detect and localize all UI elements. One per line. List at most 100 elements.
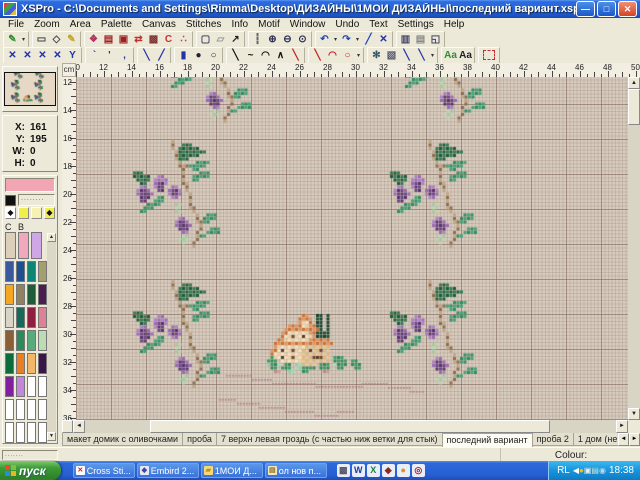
pattern-fill-icon[interactable]: ▩ bbox=[146, 33, 161, 46]
palette-swatch-2-4[interactable] bbox=[38, 284, 47, 305]
start-button[interactable]: пуск bbox=[0, 461, 61, 480]
design-canvas[interactable] bbox=[76, 77, 628, 420]
secondary-color-swatch[interactable] bbox=[5, 195, 16, 206]
copy-page-icon[interactable]: ▥ bbox=[398, 33, 413, 46]
menu-info[interactable]: Info bbox=[226, 19, 253, 30]
taskbar-button-4[interactable]: ▤ол нов п... bbox=[265, 463, 327, 478]
palette-swatch-8-2[interactable] bbox=[16, 422, 25, 443]
palette-swatch-2-3[interactable] bbox=[27, 284, 36, 305]
menu-window[interactable]: Window bbox=[285, 19, 331, 30]
palette-swatch-1-4[interactable] bbox=[38, 261, 47, 282]
quick-photoshop-icon[interactable]: ◆ bbox=[382, 464, 395, 477]
select-freehand-icon[interactable]: ◇ bbox=[49, 33, 64, 46]
edit-pencil-icon[interactable]: ✎ bbox=[64, 33, 79, 46]
palette-swatch-8-3[interactable] bbox=[27, 422, 36, 443]
menu-stitches[interactable]: Stitches bbox=[181, 19, 227, 30]
dashed-selection-icon[interactable] bbox=[483, 50, 495, 60]
new-page-icon[interactable]: ▤ bbox=[413, 33, 428, 46]
tray-app4-icon[interactable]: ◉ bbox=[599, 466, 606, 475]
redo-icon[interactable]: ↷ bbox=[339, 33, 354, 46]
draw-line-icon[interactable]: ╱ bbox=[361, 33, 376, 46]
tab-5[interactable]: проба 2 bbox=[532, 433, 574, 446]
palette-swatch-5-1[interactable] bbox=[5, 353, 14, 374]
pen-blue-alt-dropdown-icon[interactable]: ▾ bbox=[429, 52, 436, 59]
backstitch-dotted-icon[interactable]: ~ bbox=[243, 49, 258, 62]
draw-pencil-dropdown-icon[interactable]: ▾ bbox=[20, 36, 27, 43]
palette-swatch-4-1[interactable] bbox=[5, 330, 14, 351]
palette-swatch-tall-2[interactable] bbox=[18, 232, 29, 259]
picture-motif-icon[interactable]: ▧ bbox=[384, 49, 399, 62]
quick-swatch-1[interactable]: ◆ bbox=[5, 207, 16, 219]
palette-swatch-tall-1[interactable] bbox=[5, 232, 16, 259]
palette-swatch-6-3[interactable] bbox=[27, 376, 36, 397]
palette-swatch-tall-3[interactable] bbox=[31, 232, 42, 259]
palette-swatch-5-2[interactable] bbox=[16, 353, 25, 374]
thick-line-icon[interactable]: ╲ bbox=[310, 49, 325, 62]
special-backstitch-icon[interactable]: ╲ bbox=[288, 49, 303, 62]
crop-motif-icon[interactable]: ▣ bbox=[116, 33, 131, 46]
palette-swatch-6-2[interactable] bbox=[16, 376, 25, 397]
scroll-up-icon[interactable]: ▲ bbox=[628, 77, 640, 89]
tab-scroll-right-icon[interactable]: ► bbox=[629, 433, 640, 446]
palette-swatch-5-4[interactable] bbox=[38, 353, 47, 374]
import-motif-icon[interactable]: ❖ bbox=[86, 33, 101, 46]
menu-text[interactable]: Text bbox=[364, 19, 392, 30]
scroll-left-icon[interactable]: ◄ bbox=[73, 420, 85, 433]
tab-3[interactable]: 7 верхн левая гроздь (с частью ниж ветки… bbox=[216, 433, 443, 446]
current-color-swatch[interactable] bbox=[5, 178, 55, 192]
palette-swatch-6-4[interactable] bbox=[38, 376, 47, 397]
display-mode-icon[interactable]: ▢ bbox=[198, 33, 213, 46]
palette-swatch-3-4[interactable] bbox=[38, 307, 47, 328]
half-cross-1-icon[interactable]: ✕ bbox=[50, 49, 65, 62]
vertical-scrollbar[interactable]: ▲ ▼ bbox=[628, 77, 640, 420]
menu-help[interactable]: Help bbox=[439, 19, 470, 30]
draw-pencil-icon[interactable]: ✎ bbox=[5, 33, 20, 46]
palette-scrollbar[interactable]: ▲ ▼ bbox=[47, 233, 56, 441]
menu-file[interactable]: File bbox=[3, 19, 29, 30]
scroll-right-icon[interactable]: ► bbox=[616, 420, 628, 433]
palette-swatch-8-1[interactable] bbox=[5, 422, 14, 443]
palette-swatch-4-3[interactable] bbox=[27, 330, 36, 351]
palette-swatch-7-1[interactable] bbox=[5, 399, 14, 420]
circle-tool-icon[interactable]: ○ bbox=[340, 49, 355, 62]
horizontal-scroll-thumb[interactable] bbox=[150, 420, 550, 433]
mirror-motif-icon[interactable]: ⇄ bbox=[131, 33, 146, 46]
quarter-stitch-1-icon[interactable]: ` bbox=[87, 49, 102, 62]
redo-dropdown-icon[interactable]: ▾ bbox=[354, 36, 361, 43]
palette-swatch-2-1[interactable] bbox=[5, 284, 14, 305]
font-large-icon[interactable]: Aa bbox=[458, 49, 473, 62]
print-preview-icon[interactable]: ▱ bbox=[213, 33, 228, 46]
menu-motif[interactable]: Motif bbox=[253, 19, 285, 30]
half-stitch-fwd-icon[interactable]: ╱ bbox=[154, 49, 169, 62]
quarter-stitch-2-icon[interactable]: ' bbox=[102, 49, 117, 62]
bead-outline-icon[interactable]: ○ bbox=[206, 49, 221, 62]
palette-swatch-1-2[interactable] bbox=[16, 261, 25, 282]
restore-window-icon[interactable]: ◱ bbox=[428, 33, 443, 46]
move-motif-icon[interactable]: ∴ bbox=[176, 33, 191, 46]
thick-curve-icon[interactable]: ◠ bbox=[325, 49, 340, 62]
curve-stitch-icon[interactable]: ◠ bbox=[258, 49, 273, 62]
quarter-stitch-3-icon[interactable]: , bbox=[117, 49, 132, 62]
palette-swatch-4-4[interactable] bbox=[38, 330, 47, 351]
palette-swatch-5-3[interactable] bbox=[27, 353, 36, 374]
undo-dropdown-icon[interactable]: ▾ bbox=[332, 36, 339, 43]
vertical-stitch-icon[interactable]: ▮ bbox=[176, 49, 191, 62]
clock[interactable]: 18:38 bbox=[609, 465, 634, 476]
taskbar-button-1[interactable]: ✕Cross Sti... bbox=[73, 463, 135, 478]
undo-icon[interactable]: ↶ bbox=[317, 33, 332, 46]
palette-scroll-up-icon[interactable]: ▲ bbox=[47, 233, 56, 242]
palette-swatch-1-3[interactable] bbox=[27, 261, 36, 282]
pen-blue-icon[interactable]: ╲ bbox=[399, 49, 414, 62]
three-quarter-stitch-1-icon[interactable]: ✕ bbox=[20, 49, 35, 62]
menu-undo[interactable]: Undo bbox=[330, 19, 364, 30]
menu-palette[interactable]: Palette bbox=[96, 19, 137, 30]
delete-stitch-icon[interactable]: ✕ bbox=[376, 33, 391, 46]
keyboard-layout-indicator[interactable]: RL bbox=[557, 465, 570, 476]
palette-swatch-6-1[interactable] bbox=[5, 376, 14, 397]
taskbar-button-2[interactable]: ◆Embird 2... bbox=[137, 463, 199, 478]
tab-2[interactable]: проба bbox=[182, 433, 217, 446]
three-quarter-stitch-2-icon[interactable]: ✕ bbox=[35, 49, 50, 62]
quick-monitor-icon[interactable]: ▩ bbox=[337, 464, 350, 477]
palette-swatch-2-2[interactable] bbox=[16, 284, 25, 305]
quick-media-icon[interactable]: ◎ bbox=[412, 464, 425, 477]
